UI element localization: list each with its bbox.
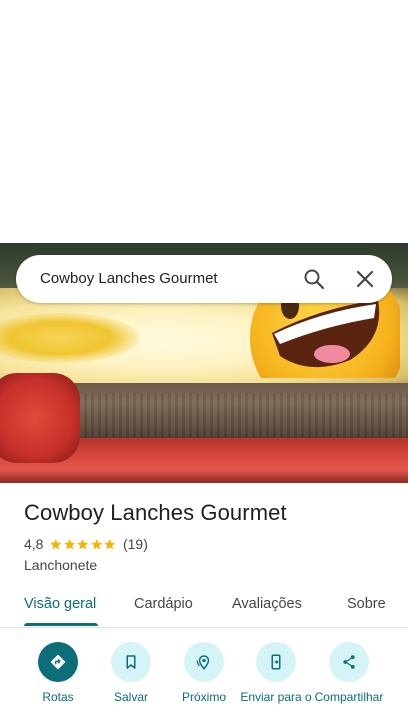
- tab-bar: Visão geral Cardápio Avaliações Sobre: [0, 586, 408, 628]
- close-icon[interactable]: [353, 267, 377, 291]
- share-icon: [329, 642, 369, 682]
- tab-menu[interactable]: Cardápio: [134, 596, 193, 612]
- tab-reviews[interactable]: Avaliações: [232, 596, 302, 612]
- star-rating: [49, 538, 117, 551]
- save-button[interactable]: Salvar: [95, 642, 167, 704]
- search-bar[interactable]: Cowboy Lanches Gourmet: [16, 255, 392, 303]
- star-icon: [64, 538, 76, 549]
- send-to-phone-button[interactable]: Enviar para o: [240, 642, 312, 704]
- review-count: (19): [122, 536, 148, 552]
- directions-label: Rotas: [42, 690, 74, 704]
- directions-icon: [38, 642, 78, 682]
- star-icon: [91, 538, 103, 549]
- rating-row[interactable]: 4,8 (19): [24, 536, 148, 552]
- send-to-phone-label: Enviar para o: [240, 690, 312, 704]
- nearby-button[interactable]: Próximo: [168, 642, 240, 704]
- nearby-icon: [184, 642, 224, 682]
- active-tab-indicator: [24, 623, 98, 626]
- place-title: Cowboy Lanches Gourmet: [24, 500, 287, 525]
- nearby-label: Próximo: [181, 690, 226, 704]
- search-icon[interactable]: [302, 267, 326, 291]
- share-button[interactable]: Compartilhar: [313, 642, 385, 704]
- rating-value: 4,8: [24, 536, 44, 552]
- star-icon: [50, 538, 62, 549]
- directions-button[interactable]: Rotas: [22, 642, 94, 704]
- tab-about[interactable]: Sobre: [347, 596, 386, 612]
- star-icon: [77, 538, 89, 549]
- search-input[interactable]: Cowboy Lanches Gourmet: [40, 255, 218, 303]
- share-label: Compartilhar: [314, 690, 384, 704]
- photo-shadow: [0, 468, 408, 483]
- bookmark-icon: [111, 642, 151, 682]
- map-blank-area: [0, 0, 408, 243]
- star-icon: [104, 538, 116, 549]
- place-category[interactable]: Lanchonete: [24, 557, 97, 573]
- send-to-phone-icon: [256, 642, 296, 682]
- photo-tomato-slice: [0, 373, 80, 463]
- tab-overview[interactable]: Visão geral: [24, 596, 96, 612]
- save-label: Salvar: [113, 690, 148, 704]
